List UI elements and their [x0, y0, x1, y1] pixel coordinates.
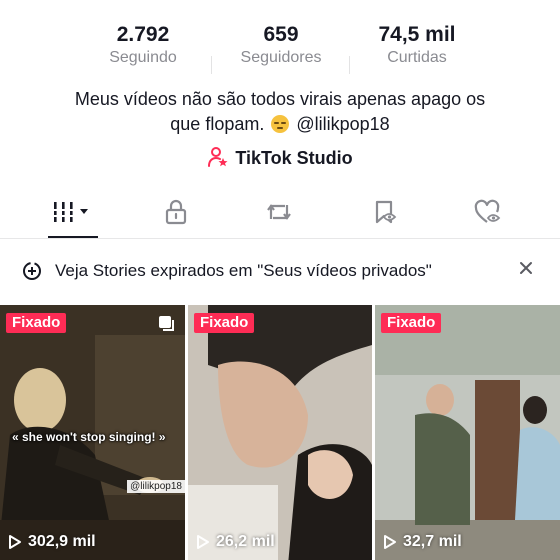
bio-text: que flopam. — [170, 114, 265, 134]
following-count: 2.792 — [116, 23, 170, 46]
view-count: 32,7 mil — [383, 533, 462, 551]
pinned-badge: Fixado — [6, 313, 67, 333]
following-label: Seguindo — [109, 49, 177, 66]
profile-tabs — [0, 188, 560, 238]
view-count-value: 302,9 mil — [28, 533, 96, 550]
couple-thumbnail-art — [188, 305, 372, 560]
tab-reposts[interactable] — [244, 188, 314, 236]
tab-favorites[interactable] — [350, 188, 420, 236]
tiktok-studio-link[interactable]: TikTok Studio — [0, 146, 560, 169]
bio-line-2: que flopam. @lilikpop18 — [30, 112, 530, 137]
likes-count: 74,5 mil — [378, 23, 456, 46]
following-stat[interactable]: 2.792 Seguindo — [73, 22, 213, 68]
video-thumbnail[interactable]: Fixado 32,7 mil — [375, 305, 560, 560]
lock-icon — [165, 199, 187, 225]
tab-private[interactable] — [141, 188, 211, 236]
play-icon — [197, 535, 209, 549]
scene-thumbnail-art — [375, 305, 560, 560]
video-caption: « she won't stop singing! » — [12, 430, 166, 444]
heart-hidden-icon — [474, 199, 501, 223]
view-count-value: 26,2 mil — [216, 533, 275, 550]
story-add-icon — [23, 262, 41, 280]
grid-icon — [54, 202, 88, 222]
video-grid: Fixado « she won't stop singing! » @lili… — [0, 305, 560, 560]
creator-icon — [208, 147, 228, 167]
followers-label: Seguidores — [240, 49, 322, 66]
stories-notice[interactable]: Veja Stories expirados em "Seus vídeos p… — [22, 258, 542, 284]
video-thumbnail[interactable]: Fixado « she won't stop singing! » @lili… — [0, 305, 185, 560]
studio-label: TikTok Studio — [235, 148, 353, 168]
bio-line-1: Meus vídeos não são todos virais apenas … — [74, 89, 486, 109]
likes-label: Curtidas — [387, 49, 447, 66]
likes-stat[interactable]: 74,5 mil Curtidas — [347, 22, 487, 68]
view-count-value: 32,7 mil — [403, 533, 462, 550]
close-icon[interactable] — [518, 260, 534, 276]
profile-bio: Meus vídeos não são todos virais apenas … — [30, 87, 530, 137]
bookmark-hidden-icon — [375, 200, 397, 224]
pinned-badge: Fixado — [381, 313, 442, 333]
tab-liked[interactable] — [453, 188, 523, 236]
pinned-badge: Fixado — [194, 313, 255, 333]
relieved-face-icon — [271, 115, 290, 133]
notice-text: Veja Stories expirados em "Seus vídeos p… — [55, 261, 432, 280]
video-thumbnail[interactable]: Fixado 26,2 mil — [188, 305, 372, 560]
view-count: 26,2 mil — [196, 533, 275, 551]
play-icon — [384, 535, 396, 549]
tabs-divider — [0, 238, 560, 239]
followers-count: 659 — [263, 23, 299, 46]
followers-stat[interactable]: 659 Seguidores — [211, 22, 351, 68]
profile-stats: 2.792 Seguindo 659 Seguidores 74,5 mil C… — [0, 22, 560, 74]
bio-mention[interactable]: @lilikpop18 — [296, 114, 389, 134]
play-icon — [9, 535, 21, 549]
video-handle: @lilikpop18 — [127, 480, 185, 493]
repost-icon — [267, 204, 291, 220]
tab-videos[interactable] — [38, 188, 108, 238]
view-count: 302,9 mil — [8, 533, 96, 551]
carousel-icon — [159, 316, 174, 331]
